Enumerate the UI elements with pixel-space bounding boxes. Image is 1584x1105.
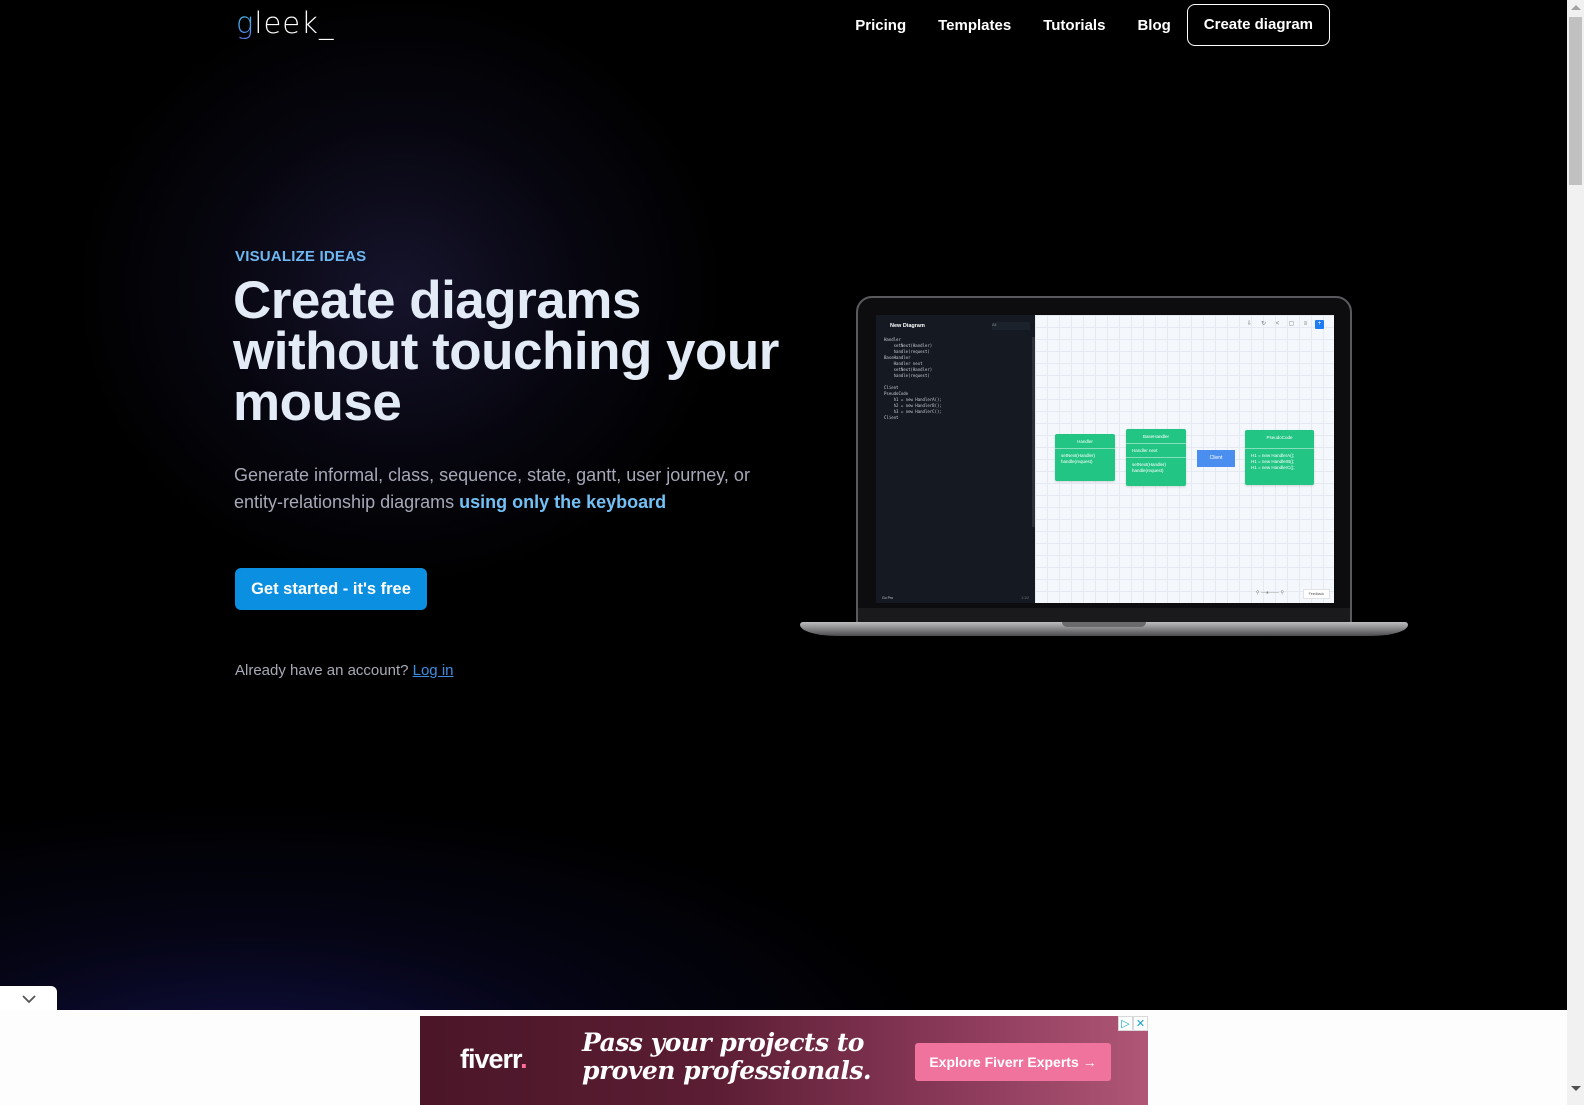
node-title: BaseHandler — [1126, 429, 1186, 444]
fiverr-logo: fiverr. — [460, 1044, 528, 1075]
download-icon: ⇩ — [1246, 321, 1253, 327]
diagram-node-basehandler: BaseHandler Handler next setNext(Handler… — [1126, 429, 1186, 486]
diagram-canvas: ⇩ ↻ < ▢ ≡ + Handler setNext(Handler) han… — [1035, 315, 1334, 603]
editor-code: Handler setNext(Handler) handle(request)… — [884, 337, 942, 420]
fit-icon: ▢ — [1288, 321, 1295, 327]
diagram-node-handler: Handler setNext(Handler) handle(request) — [1055, 434, 1115, 481]
node-method: handle(request) — [1061, 459, 1093, 464]
create-diagram-button[interactable]: Create diagram — [1186, 4, 1330, 46]
page-scrollbar[interactable] — [1567, 0, 1584, 1105]
top-nav: Pricing Templates Tutorials Blog Create … — [855, 4, 1330, 46]
hero-eyebrow: VISUALIZE IDEAS — [235, 248, 367, 265]
laptop-mockup: New Diagram All Handler setNext(Handler)… — [800, 296, 1408, 646]
node-methods: setNext(Handler) handle(request) — [1126, 458, 1186, 478]
editor-footer-left: Go Pro — [882, 596, 894, 600]
fiverr-ad-banner[interactable]: fiverr. Pass your projects to proven pro… — [420, 1016, 1148, 1105]
node-title: PseudoCode — [1245, 430, 1314, 449]
gleek-logo[interactable]: g leek_ — [236, 6, 334, 40]
login-prompt: Already have an account? Log in — [235, 662, 454, 679]
landing-page: g leek_ Pricing Templates Tutorials Blog … — [0, 0, 1567, 1010]
nav-templates[interactable]: Templates — [938, 17, 1011, 34]
node-methods: H1 = new HandlerA(); H1 = new HandlerB()… — [1245, 449, 1314, 475]
ad-headline: Pass your projects to proven professiona… — [582, 1028, 872, 1085]
hero-subtitle: Generate informal, class, sequence, stat… — [234, 462, 794, 516]
adchoices-icon[interactable]: ▷ — [1118, 1016, 1133, 1031]
feedback-button: Feedback — [1302, 589, 1330, 599]
node-methods: setNext(Handler) handle(request) — [1055, 449, 1115, 469]
explore-fiverr-button[interactable]: Explore Fiverr Experts → — [915, 1043, 1111, 1081]
editor-footer-right: 1:1/2 — [1021, 596, 1029, 600]
nav-pricing[interactable]: Pricing — [855, 17, 906, 34]
editor-title: New Diagram — [890, 323, 925, 329]
refresh-icon: ↻ — [1260, 321, 1267, 327]
scroll-down-arrow-icon[interactable] — [1571, 1086, 1581, 1091]
node-title: Handler — [1055, 434, 1115, 449]
ad-headline-line: proven professionals. — [582, 1056, 872, 1085]
laptop-hinge — [858, 608, 1350, 622]
ad-controls: ▷ ✕ — [1118, 1016, 1148, 1031]
scrollbar-thumb[interactable] — [1569, 17, 1582, 185]
plus-icon: + — [1315, 320, 1324, 329]
logo-text: leek_ — [254, 6, 335, 40]
language-select: All — [992, 322, 1030, 330]
collapse-ad-button[interactable] — [0, 986, 57, 1011]
diagram-node-pseudocode: PseudoCode H1 = new HandlerA(); H1 = new… — [1245, 430, 1314, 485]
share-icon: < — [1275, 321, 1280, 327]
layout-icon: ≡ — [1303, 321, 1308, 327]
diagram-node-client: Client — [1197, 450, 1235, 467]
login-link[interactable]: Log in — [413, 662, 454, 679]
fiverr-logo-dot: . — [520, 1044, 527, 1074]
app-screenshot: New Diagram All Handler setNext(Handler)… — [876, 315, 1334, 603]
subtitle-highlight: using only the keyboard — [459, 492, 667, 512]
fiverr-logo-text: fiverr — [460, 1044, 521, 1074]
canvas-toolbar: ⇩ ↻ < ▢ ≡ + — [1245, 320, 1324, 329]
logo-g: g — [236, 6, 255, 40]
chevron-down-icon — [21, 994, 36, 1003]
get-started-button[interactable]: Get started - it's free — [235, 568, 427, 610]
node-method: handle(request) — [1132, 468, 1164, 473]
nav-tutorials[interactable]: Tutorials — [1043, 17, 1105, 34]
node-method: H1 = new HandlerC(); — [1251, 465, 1295, 470]
hero-headline: Create diagrams without touching your mo… — [233, 271, 779, 432]
close-ad-icon[interactable]: ✕ — [1133, 1016, 1148, 1031]
scroll-up-arrow-icon[interactable] — [1571, 5, 1581, 10]
zoom-slider: ⚲ —●—— ⚲ — [1255, 590, 1284, 596]
code-editor: New Diagram All Handler setNext(Handler)… — [876, 315, 1035, 603]
laptop-notch — [1062, 622, 1146, 627]
laptop-lid: New Diagram All Handler setNext(Handler)… — [856, 296, 1352, 626]
ad-headline-line: Pass your projects to — [582, 1028, 864, 1057]
node-member: Handler next — [1126, 444, 1186, 458]
nav-blog[interactable]: Blog — [1137, 17, 1170, 34]
account-prompt-text: Already have an account? — [235, 662, 409, 679]
